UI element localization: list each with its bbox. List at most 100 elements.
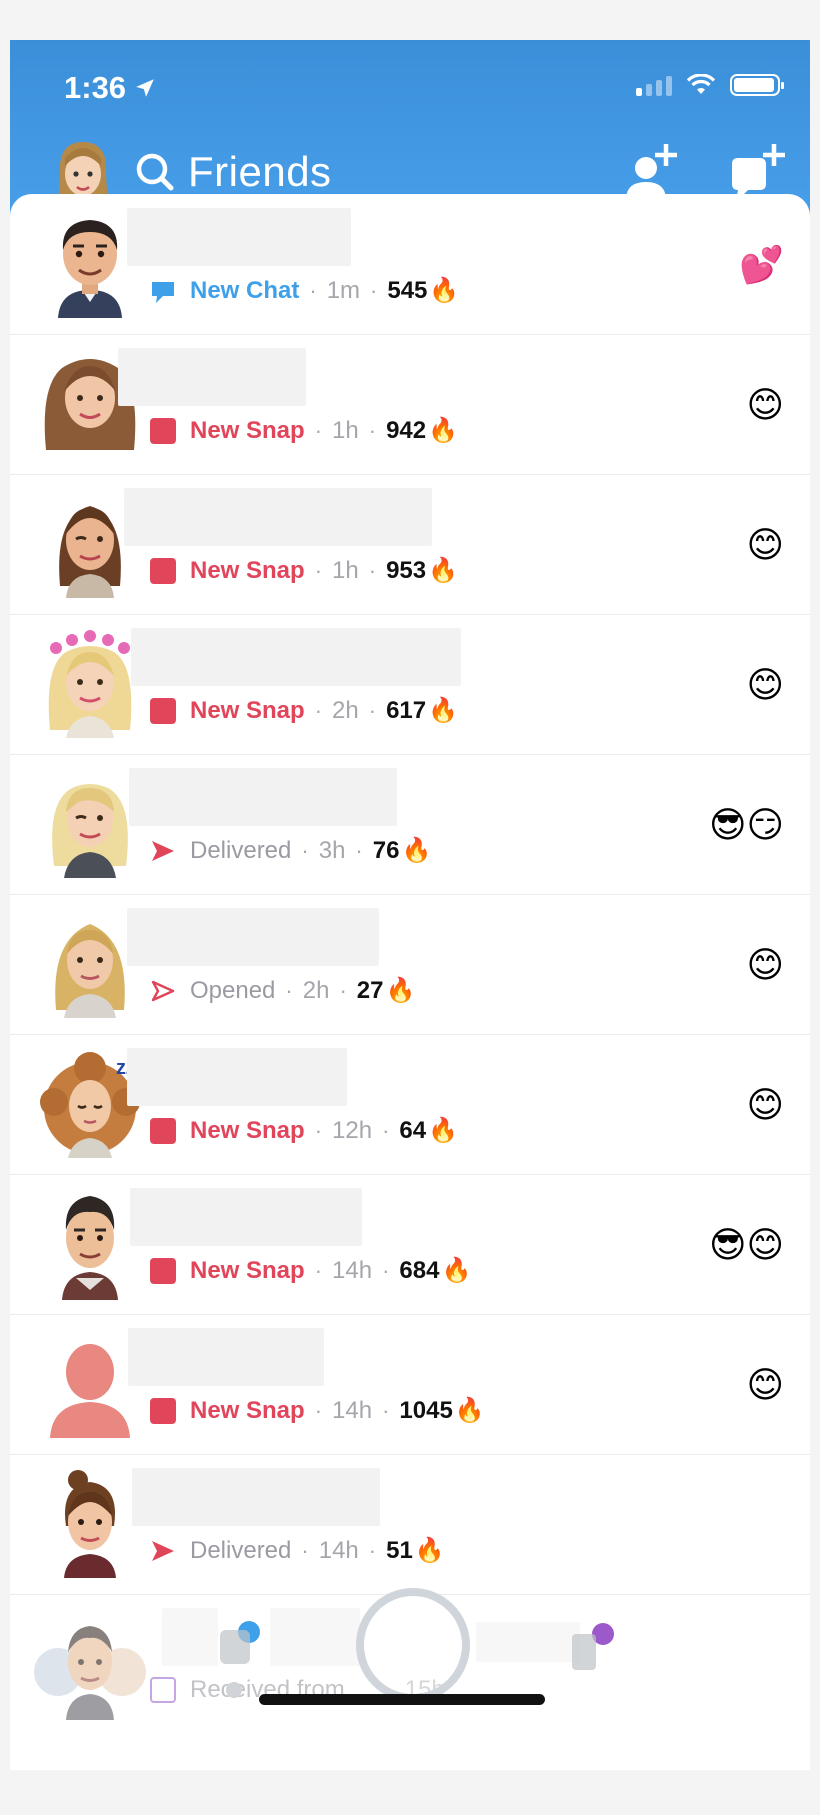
time-ago: 12h: [332, 1116, 373, 1144]
list-item[interactable]: Delivered · 14h · 51 🔥: [10, 1454, 810, 1595]
location-arrow-icon: [136, 79, 154, 97]
list-item[interactable]: Opened · 2h · 27 🔥 😊: [10, 894, 810, 1035]
status-bar-right: [636, 74, 784, 96]
snap-icon: [150, 557, 176, 584]
streak-count: 545 🔥: [387, 276, 460, 305]
friend-emoji: 😊: [746, 1364, 784, 1405]
list-item[interactable]: New Snap · 1h · 953 🔥 😊: [10, 474, 810, 615]
friends-list: New Chat · 1m · 545 🔥 💕 New Snap · 1h · …: [10, 194, 810, 1770]
home-indicator: [259, 1694, 545, 1705]
time-ago: 14h: [332, 1396, 373, 1424]
status-line: Delivered · 3h · 76 🔥: [150, 836, 431, 865]
status-label: New Snap: [190, 416, 305, 444]
list-item[interactable]: New Snap · 1h · 942 🔥 😊: [10, 334, 810, 475]
map-nav-dot[interactable]: [226, 1682, 242, 1698]
status-line: New Snap · 1h · 953 🔥: [150, 556, 458, 585]
status-line: New Chat · 1m · 545 🔥: [150, 276, 459, 305]
status-label: Delivered: [190, 836, 292, 864]
friend-emoji: 😎😊: [708, 1224, 784, 1265]
list-item[interactable]: New Snap · 14h · 684 🔥 😎😊: [10, 1174, 810, 1315]
received-chat-icon: [150, 1677, 176, 1703]
friend-emoji: 💕: [739, 244, 784, 285]
friend-name: [476, 1622, 580, 1662]
separator-dot: ·: [314, 1397, 323, 1423]
separator-dot: ·: [355, 837, 363, 863]
friend-emoji: 😊: [746, 664, 784, 705]
wifi-icon: [686, 74, 716, 94]
separator-dot: ·: [314, 1257, 323, 1283]
separator-dot: ·: [285, 977, 293, 1003]
separator-dot: ·: [314, 697, 323, 723]
snap-icon: [150, 417, 176, 444]
list-item[interactable]: New Chat · 1m · 545 🔥 💕: [10, 194, 810, 335]
time-ago: 3h: [318, 836, 346, 864]
status-bar-time: 1:36: [64, 70, 156, 106]
snap-icon: [150, 697, 176, 724]
friend-name: [127, 208, 351, 266]
friend-name: [127, 1048, 347, 1106]
fire-icon: 🔥: [428, 557, 458, 584]
separator-dot: ·: [382, 1117, 390, 1143]
status-label: New Snap: [190, 696, 305, 724]
search-bar[interactable]: Friends: [134, 148, 332, 196]
list-item[interactable]: Delivered · 3h · 76 🔥 😎😏: [10, 754, 810, 895]
status-line: New Snap · 12h · 64 🔥: [150, 1116, 458, 1145]
snap-icon: [150, 1257, 176, 1284]
phone-screen: 1:36 Friends New Chat · 1m · 545 🔥 💕 New…: [10, 40, 810, 1770]
separator-dot: ·: [314, 557, 323, 583]
list-item[interactable]: New Snap · 2h · 617 🔥 😊: [10, 614, 810, 755]
separator-dot: ·: [301, 837, 309, 863]
stories-nav-icon[interactable]: [572, 1634, 596, 1670]
status-line: Opened · 2h · 27 🔥: [150, 976, 415, 1005]
list-item[interactable]: New Snap · 14h · 1045 🔥 😊: [10, 1314, 810, 1455]
sent-arrow-filled-icon: [152, 1540, 174, 1561]
friend-emoji: 😊: [746, 384, 784, 425]
snap-icon: [150, 1117, 176, 1144]
chat-nav-icon[interactable]: [220, 1630, 250, 1664]
friend-name: [270, 1608, 360, 1666]
status-label: Opened: [190, 976, 276, 1004]
fire-icon: 🔥: [441, 1257, 472, 1284]
list-item[interactable]: zZ New Snap · 12h · 64🔥 😊: [10, 1034, 810, 1175]
separator-dot: ·: [368, 557, 377, 583]
streak-count: 942 🔥: [386, 416, 458, 445]
separator-dot: ·: [339, 977, 347, 1003]
friend-name: [129, 768, 397, 826]
snap-icon: [150, 1397, 176, 1424]
status-label: New Snap: [190, 556, 305, 584]
friend-name: [124, 488, 432, 546]
fire-icon: 🔥: [428, 697, 458, 724]
friend-emoji: 😎😏: [708, 804, 784, 845]
status-label: New Snap: [190, 1396, 305, 1424]
fire-icon: 🔥: [385, 977, 416, 1004]
signal-icon: [636, 74, 672, 96]
time-ago: 2h: [302, 976, 330, 1004]
status-line: New Snap · 2h · 617 🔥: [150, 696, 458, 725]
streak-count: 64 🔥: [399, 1116, 458, 1145]
sent-arrow-filled-icon: [152, 840, 174, 861]
separator-dot: ·: [314, 1117, 323, 1143]
status-label: New Chat: [190, 276, 300, 304]
streak-count: 1045 🔥: [399, 1396, 485, 1425]
friend-emoji: 😊: [746, 1084, 784, 1125]
time-ago: 1m: [326, 276, 361, 304]
separator-dot: ·: [368, 1537, 377, 1563]
friend-emoji: 😊: [746, 524, 784, 565]
status-label: New Snap: [190, 1256, 305, 1284]
friend-name: [128, 1328, 324, 1386]
separator-dot: ·: [301, 1537, 309, 1563]
sent-arrow-outline-icon: [151, 980, 175, 1001]
time-ago: 1h: [332, 556, 359, 584]
group-avatar: [34, 1626, 146, 1720]
streak-count: 617 🔥: [386, 696, 458, 725]
avatar: [64, 1470, 116, 1578]
status-line: New Snap · 14h · 1045 🔥: [150, 1396, 485, 1425]
time-ago: 1h: [332, 416, 359, 444]
capture-button[interactable]: [356, 1588, 470, 1702]
streak-count: 27 🔥: [356, 976, 416, 1005]
separator-dot: ·: [368, 697, 377, 723]
friend-name: [127, 908, 379, 966]
status-line: New Snap · 1h · 942 🔥: [150, 416, 458, 445]
streak-count: 76 🔥: [372, 836, 432, 865]
status-label: New Snap: [190, 1116, 305, 1144]
